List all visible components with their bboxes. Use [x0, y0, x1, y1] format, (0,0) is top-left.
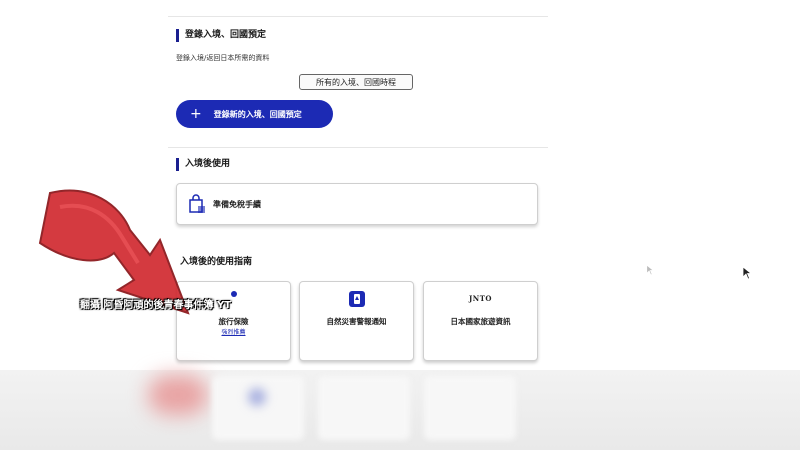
mouse-cursor-icon — [742, 266, 752, 280]
faded-cursor-icon — [646, 264, 654, 276]
blurred-red-shape — [148, 375, 208, 415]
registration-section-title: 登錄入境、回國預定 — [176, 29, 266, 42]
disaster-alert-label: 自然災害警報通知 — [326, 317, 387, 326]
video-caption: 翻攝 阿昏阿頑的後青春事件簿 YT — [80, 300, 232, 311]
top-divider — [168, 16, 548, 17]
duty-free-label: 準備免稅手續 — [213, 199, 261, 209]
after-entry-section-title: 入境後使用 — [176, 158, 230, 171]
phone-alert-icon — [348, 291, 365, 307]
blurred-card — [424, 376, 516, 440]
japan-travel-info-card[interactable]: JNTO 日本國家旅遊資訊 — [423, 281, 538, 361]
new-trip-button[interactable]: + 登錄新的入境、回國預定 — [176, 100, 333, 128]
jnto-logo: JNTO — [468, 294, 493, 303]
app-page: 登錄入境、回國預定 登錄入境/返回日本所需的資料 所有的入境、回國時程 + 登錄… — [0, 0, 800, 450]
blurred-card — [212, 376, 304, 440]
section-divider — [168, 147, 548, 148]
blurred-blue-shape — [248, 388, 266, 406]
duty-free-card[interactable]: 準備免稅手續 — [176, 183, 538, 225]
plus-icon: + — [190, 106, 202, 122]
disaster-alert-card[interactable]: 自然災害警報通知 — [299, 281, 414, 361]
japan-travel-info-label: 日本國家旅遊資訊 — [450, 317, 511, 326]
new-trip-label: 登錄新的入境、回國預定 — [213, 109, 302, 119]
blurred-card — [318, 376, 410, 440]
red-arrow-annotation — [38, 189, 190, 315]
all-trips-button[interactable]: 所有的入境、回國時程 — [299, 74, 413, 90]
registration-description: 登錄入境/返回日本所需的資料 — [176, 54, 270, 62]
